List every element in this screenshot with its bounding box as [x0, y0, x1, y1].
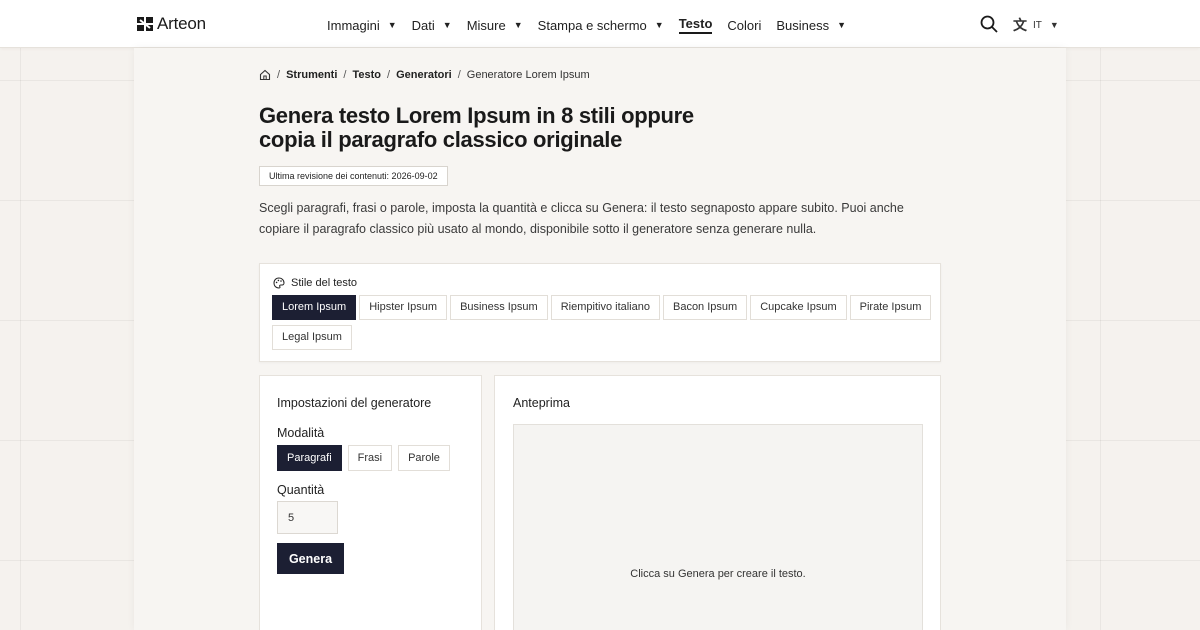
breadcrumb-separator: / [277, 69, 281, 81]
search-icon[interactable] [980, 15, 998, 33]
page-title: Genera testo Lorem Ipsum in 8 stili oppu… [259, 103, 694, 152]
breadcrumb-separator: / [343, 69, 347, 81]
top-navigation-bar: Arteon Immagini ▼ Dati ▼ Misure ▼ Stampa e sch… [0, 0, 1200, 48]
mode-label: Modalità [277, 426, 325, 440]
nav-item-label: Business [776, 17, 830, 33]
chevron-down-icon: ▼ [1049, 20, 1059, 30]
settings-title: Impostazioni del generatore [277, 396, 432, 410]
quantity-input[interactable] [277, 501, 338, 534]
nav-item-label: Misure [466, 17, 506, 33]
translate-icon: 文 [1013, 17, 1027, 33]
style-chip[interactable]: Legal Ipsum [272, 325, 352, 350]
nav-item-testo[interactable]: Testo [678, 16, 713, 34]
mode-toggle-group: Paragrafi Frasi Parole [277, 445, 450, 471]
revision-badge: Ultima revisione dei contenuti: 2026-09-… [259, 166, 448, 186]
breadcrumb-link[interactable]: Testo [352, 69, 381, 81]
nav-item-label: Testo [678, 16, 713, 34]
language-label: IT [1033, 19, 1042, 31]
breadcrumb-separator: / [457, 69, 461, 81]
nav-item-label: Stampa e schermo [537, 17, 647, 33]
mode-button-paragrafi[interactable]: Paragrafi [277, 445, 342, 471]
nav-item-label: Immagini [327, 17, 380, 33]
chevron-down-icon: ▼ [387, 20, 397, 30]
style-chip[interactable]: Business Ipsum [450, 295, 548, 320]
mode-button-parole[interactable]: Parole [398, 445, 450, 471]
palette-icon [273, 277, 285, 289]
logo-mark-icon [137, 17, 153, 31]
generate-button[interactable]: Genera [277, 543, 344, 574]
generator-settings-card: Impostazioni del generatore Modalità Par… [259, 375, 482, 630]
nav-item-stampa-e-schermo[interactable]: Stampa e schermo ▼ [538, 16, 664, 34]
preview-title: Anteprima [513, 396, 570, 410]
breadcrumb-link[interactable]: Strumenti [286, 69, 337, 81]
chevron-down-icon: ▼ [837, 20, 847, 30]
chevron-down-icon: ▼ [513, 20, 523, 30]
style-chip[interactable]: Cupcake Ipsum [750, 295, 847, 320]
nav-item-immagini[interactable]: Immagini ▼ [327, 16, 397, 34]
mode-button-frasi[interactable]: Frasi [347, 445, 393, 471]
style-chip[interactable]: Hipster Ipsum [359, 295, 448, 320]
nav-item-business[interactable]: Business ▼ [776, 16, 846, 34]
style-chip[interactable]: Bacon Ipsum [662, 295, 748, 320]
preview-card: Anteprima Clicca su Genera per creare il… [494, 375, 941, 630]
style-card-header: Stile del testo [273, 277, 357, 289]
chevron-down-icon: ▼ [654, 20, 664, 30]
nav-item-label: Dati [411, 17, 435, 33]
brand-logo[interactable]: Arteon [137, 14, 206, 34]
nav-item-label: Colori [727, 17, 762, 33]
breadcrumb-link[interactable]: Generatori [396, 69, 452, 81]
intro-text: Scegli paragrafi, frasi o parole, impost… [259, 201, 904, 236]
main-nav: Immagini ▼ Dati ▼ Misure ▼ Stampa e schermo ▼ Te… [327, 16, 861, 34]
preview-empty-message: Clicca su Genera per creare il testo. [630, 568, 806, 580]
home-icon[interactable] [259, 69, 271, 81]
nav-item-dati[interactable]: Dati ▼ [412, 16, 452, 34]
breadcrumb-current: Generatore Lorem Ipsum [466, 69, 590, 81]
chevron-down-icon: ▼ [442, 20, 452, 30]
style-chip[interactable]: Pirate Ipsum [849, 295, 932, 320]
quantity-label: Quantità [277, 483, 325, 497]
preview-output[interactable]: Clicca su Genera per creare il testo. [513, 424, 923, 630]
style-chip-group: Lorem Ipsum Hipster Ipsum Business Ipsum Ri… [272, 295, 932, 350]
breadcrumb-separator: / [387, 69, 391, 81]
brand-name: Arteon [157, 14, 206, 33]
style-chip[interactable]: Riempitivo italiano [550, 295, 660, 320]
style-chip[interactable]: Lorem Ipsum [272, 295, 357, 320]
style-card-title: Stile del testo [291, 277, 358, 289]
nav-item-misure[interactable]: Misure ▼ [467, 16, 523, 34]
style-card: Stile del testo Lorem Ipsum Hipster Ipsum… [259, 263, 941, 362]
language-selector[interactable]: 文 IT ▼ [1013, 15, 1059, 35]
nav-item-colori[interactable]: Colori [727, 16, 761, 34]
breadcrumb: / Strumenti / Testo / Generatori / Generatore L… [259, 69, 590, 81]
